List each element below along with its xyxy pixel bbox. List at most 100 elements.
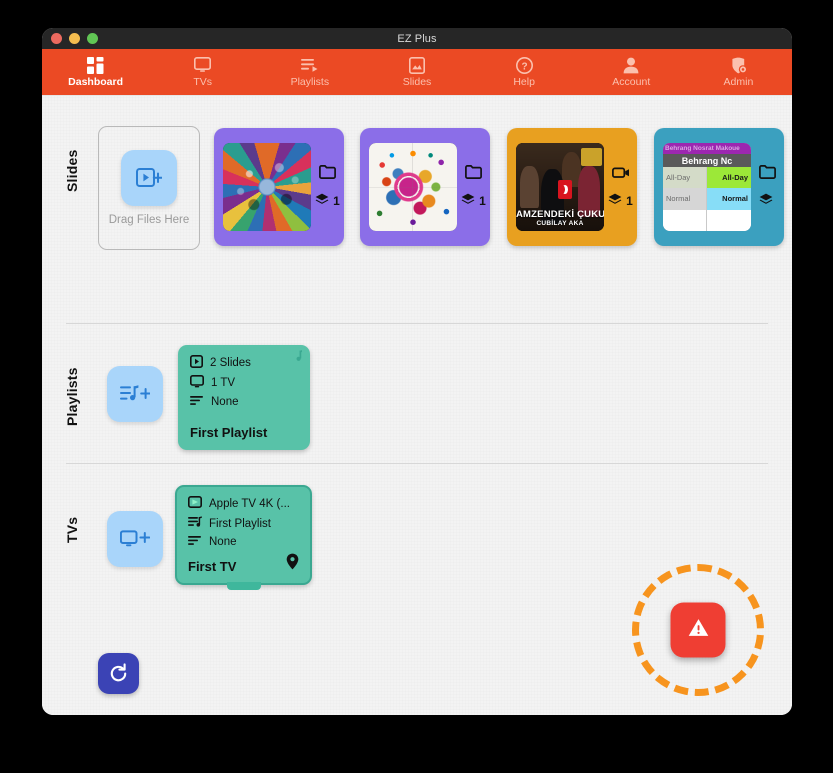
slide-layers-count: 1 bbox=[333, 194, 340, 208]
minimize-button[interactable] bbox=[69, 33, 80, 44]
tv-monitor-icon bbox=[190, 375, 204, 391]
nav-label-admin: Admin bbox=[723, 76, 754, 89]
calendar-cell: All-Day bbox=[663, 167, 707, 189]
slide-meta: 1 bbox=[457, 165, 490, 209]
playlist-title: First Playlist bbox=[190, 425, 268, 440]
calendar-cell: Normal bbox=[663, 188, 707, 210]
playlist-tag-text: None bbox=[211, 395, 239, 408]
airplay-icon bbox=[188, 496, 202, 512]
main-navbar: Dashboard TVs Playlists Slides ? Help Ac… bbox=[42, 49, 792, 96]
slide-layers-count: 1 bbox=[479, 194, 486, 208]
slide-thumbnail: AMZENDEKİ ÇUKUR CUBİLAY AKA bbox=[516, 143, 604, 231]
nav-label-account: Account bbox=[612, 76, 651, 89]
section-label-playlists: Playlists bbox=[64, 367, 80, 427]
add-slide-icon[interactable] bbox=[121, 150, 177, 206]
calendar-grid: All-Day All-Day Normal Normal bbox=[663, 167, 751, 231]
music-note-icon bbox=[292, 350, 302, 368]
layers-icon bbox=[461, 193, 475, 209]
slide-card[interactable]: AMZENDEKİ ÇUKUR CUBİLAY AKA 1 bbox=[507, 128, 637, 246]
playlist-card[interactable]: 2 Slides 1 TV None First Playlist bbox=[178, 345, 310, 450]
dashboard-canvas: Slides Drag Files Here 1 1 AMZENDEKİ ÇUK… bbox=[42, 96, 792, 715]
list-icon bbox=[190, 395, 204, 408]
tv-monitor-icon bbox=[194, 56, 212, 74]
section-divider bbox=[66, 323, 768, 324]
slide-card[interactable]: Behrang Nosrat Makouе Behrang Nc All-Day… bbox=[654, 128, 784, 246]
nav-item-playlists[interactable]: Playlists bbox=[256, 49, 363, 95]
slide-artwork-calendar: Behrang Nosrat Makouе Behrang Nc All-Day… bbox=[663, 143, 751, 231]
slide-meta bbox=[751, 165, 784, 209]
nav-label-dashboard: Dashboard bbox=[68, 76, 123, 89]
slide-card[interactable]: 1 bbox=[360, 128, 490, 246]
playlist-slides-text: 2 Slides bbox=[210, 357, 251, 369]
nav-item-admin[interactable]: Admin bbox=[685, 49, 792, 95]
slide-layers: 1 bbox=[315, 193, 340, 209]
nav-label-tvs: TVs bbox=[193, 76, 213, 89]
nav-item-account[interactable]: Account bbox=[578, 49, 685, 95]
calendar-cell bbox=[707, 209, 751, 231]
calendar-top-bar: Behrang Nosrat Makouе bbox=[663, 143, 751, 154]
tv-card[interactable]: Apple TV 4K (... First Playlist None Fir… bbox=[175, 485, 312, 590]
close-button[interactable] bbox=[51, 33, 62, 44]
playlist-play-icon bbox=[188, 516, 202, 531]
window-title: EZ Plus bbox=[397, 32, 437, 45]
dropzone-label: Drag Files Here bbox=[108, 214, 190, 226]
question-circle-icon: ? bbox=[515, 56, 533, 74]
nav-item-help[interactable]: ? Help bbox=[471, 49, 578, 95]
list-icon bbox=[188, 535, 202, 548]
slide-layers: 1 bbox=[608, 193, 633, 209]
warning-triangle-icon bbox=[687, 618, 709, 643]
playlist-tv-text: 1 TV bbox=[211, 377, 236, 389]
tv-tag-row: None bbox=[188, 535, 310, 548]
title-bar: EZ Plus bbox=[42, 28, 792, 49]
calendar-cell: All-Day bbox=[707, 167, 751, 189]
layers-icon bbox=[315, 193, 329, 209]
tv-playlist-text: First Playlist bbox=[209, 517, 271, 530]
alert-highlight-wrapper bbox=[632, 564, 764, 696]
svg-text:?: ? bbox=[521, 61, 527, 72]
playlist-tag-row: None bbox=[190, 395, 310, 408]
slide-icon bbox=[190, 355, 203, 371]
calendar-header: Behrang Nc bbox=[663, 154, 751, 167]
folder-icon bbox=[759, 165, 776, 184]
video-camera-icon bbox=[611, 166, 630, 184]
slide-thumbnail: Behrang Nosrat Makouе Behrang Nc All-Day… bbox=[663, 143, 751, 231]
tv-device-text: Apple TV 4K (... bbox=[209, 498, 290, 510]
refresh-button[interactable] bbox=[98, 653, 139, 694]
slide-artwork-video: AMZENDEKİ ÇUKUR CUBİLAY AKA bbox=[516, 143, 604, 231]
slide-layers-count: 1 bbox=[626, 193, 633, 208]
slide-card[interactable]: 1 bbox=[214, 128, 344, 246]
tv-device-row: Apple TV 4K (... bbox=[188, 496, 310, 512]
layers-icon bbox=[759, 193, 773, 209]
slide-thumbnail bbox=[369, 143, 457, 231]
slide-layers bbox=[759, 193, 777, 209]
tv-playlist-row: First Playlist bbox=[188, 516, 310, 531]
traffic-lights bbox=[51, 28, 98, 49]
layers-icon bbox=[608, 193, 622, 209]
folder-icon bbox=[465, 165, 482, 184]
nav-item-dashboard[interactable]: Dashboard bbox=[42, 49, 149, 95]
section-label-tvs: TVs bbox=[64, 516, 80, 544]
alert-button[interactable] bbox=[670, 602, 726, 658]
nav-label-help: Help bbox=[513, 76, 535, 89]
tv-stand bbox=[226, 582, 261, 590]
nav-item-tvs[interactable]: TVs bbox=[149, 49, 256, 95]
admin-shield-icon bbox=[730, 56, 747, 74]
nav-label-slides: Slides bbox=[402, 76, 432, 89]
slide-artwork-burst bbox=[223, 143, 311, 231]
add-playlist-icon[interactable] bbox=[107, 366, 163, 422]
nav-item-slides[interactable]: Slides bbox=[363, 49, 470, 95]
tv-tag-text: None bbox=[209, 535, 237, 548]
tv-title: First TV bbox=[188, 559, 237, 574]
slides-dropzone[interactable]: Drag Files Here bbox=[98, 126, 200, 250]
calendar-cell bbox=[663, 209, 707, 231]
slide-meta: 1 bbox=[604, 166, 637, 209]
folder-icon bbox=[319, 165, 336, 184]
app-window: EZ Plus Dashboard TVs Playlists Slides ?… bbox=[42, 28, 792, 715]
slide-artwork-white-circles bbox=[369, 143, 457, 231]
image-slide-icon bbox=[408, 56, 425, 74]
location-pin-icon[interactable] bbox=[286, 553, 299, 575]
maximize-button[interactable] bbox=[87, 33, 98, 44]
video-caption: AMZENDEKİ ÇUKUR bbox=[516, 209, 604, 221]
add-tv-icon[interactable] bbox=[107, 511, 163, 567]
slide-thumbnail bbox=[223, 143, 311, 231]
